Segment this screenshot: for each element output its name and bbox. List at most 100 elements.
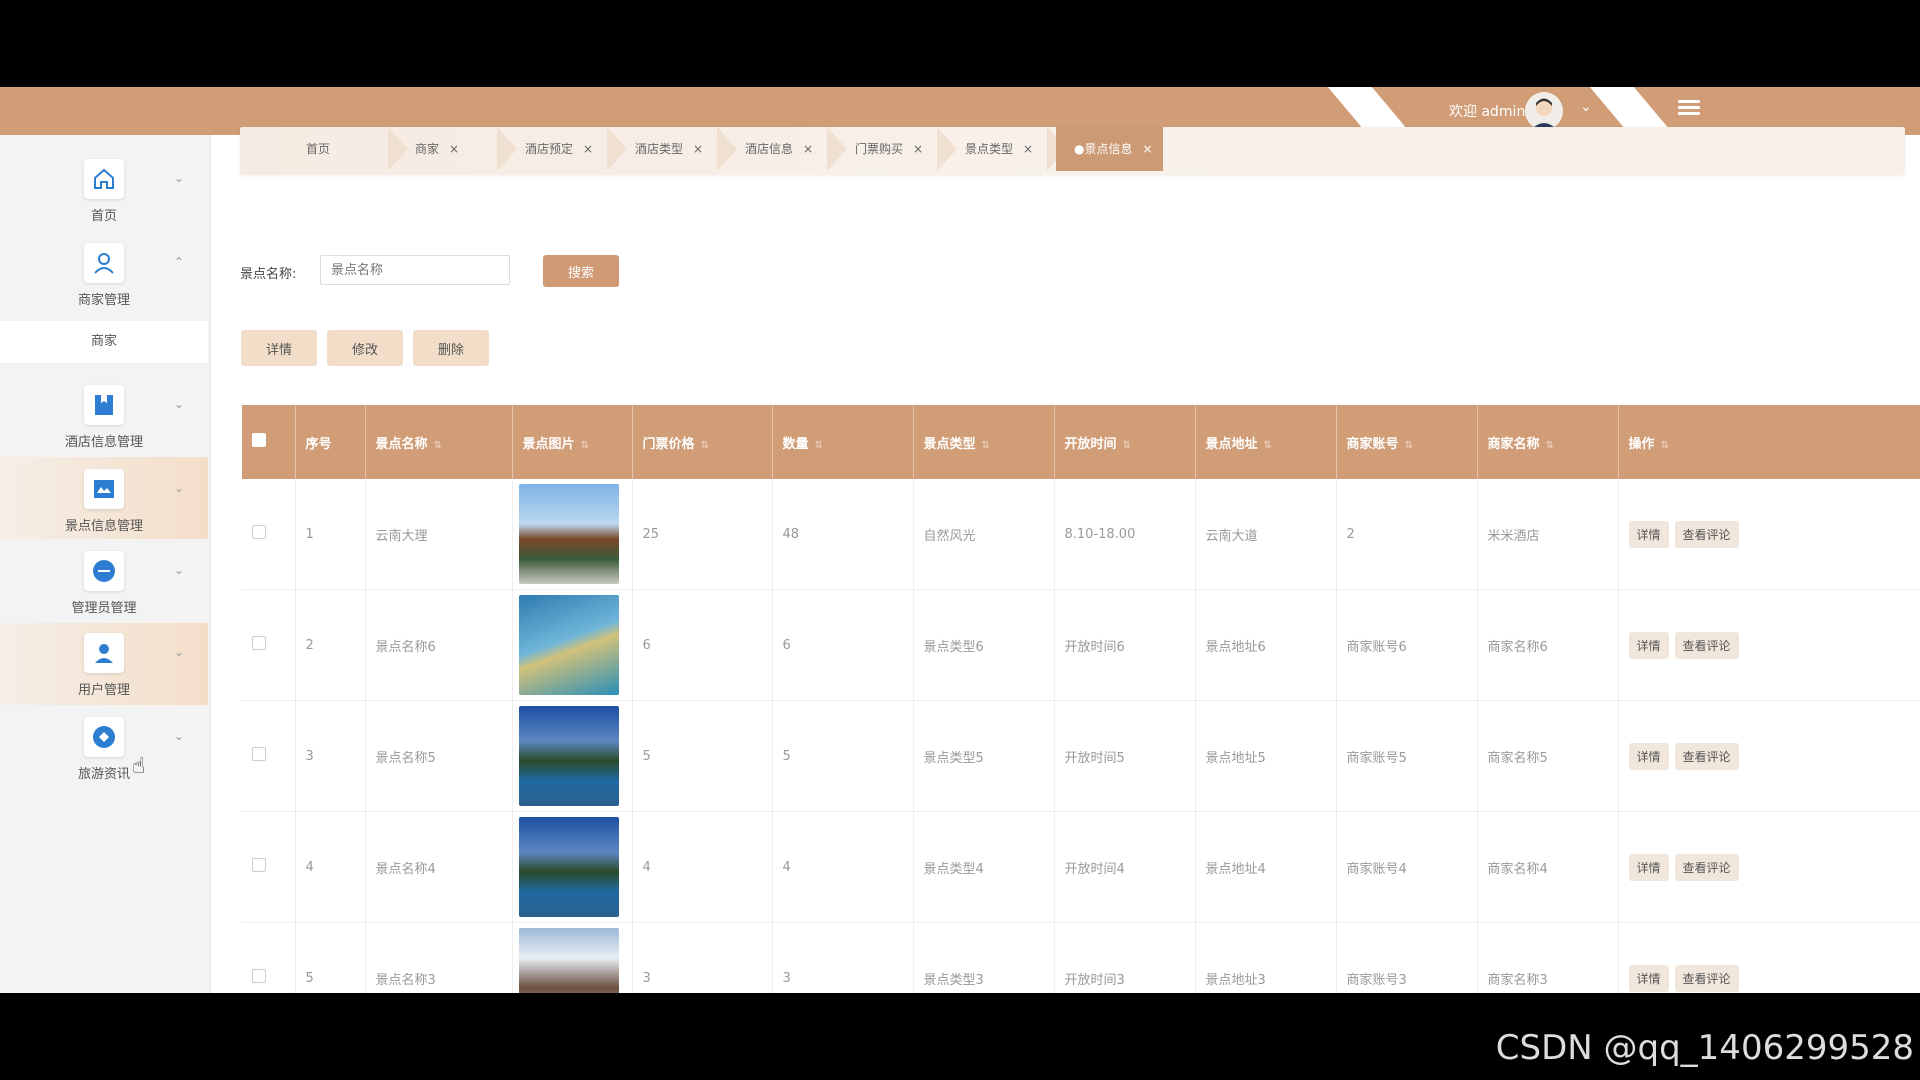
select-all-checkbox[interactable]	[252, 433, 266, 447]
table-row[interactable]: 4 景点名称4 4 4 景点类型4 开放时间4 景点地址4 商家账号4 商家名称4 详情 查看评论	[242, 811, 1920, 923]
sidebar-item-scenic-management[interactable]: 景点信息管理 ⌄	[0, 457, 208, 539]
cell-merchant-account: 2	[1336, 479, 1478, 590]
column-header[interactable]: 景点名称 ⇅	[365, 405, 513, 479]
scenic-image[interactable]	[518, 484, 619, 584]
row-checkbox[interactable]	[252, 636, 266, 650]
sort-icon[interactable]: ⇅	[434, 440, 442, 451]
mouse-cursor-icon: ☝	[132, 754, 146, 779]
row-detail-button[interactable]: 详情	[1628, 631, 1669, 659]
sort-icon[interactable]: ⇅	[982, 440, 990, 451]
search-label: 景点名称:	[240, 267, 297, 282]
tab-hotel-type[interactable]: 酒店类型 ×	[635, 127, 703, 171]
column-header[interactable]: 商家名称 ⇅	[1477, 405, 1619, 479]
hamburger-menu-icon[interactable]	[1678, 97, 1700, 119]
table-row[interactable]: 3 景点名称5 5 5 景点类型5 开放时间5 景点地址5 商家账号5 商家名称5 详情 查看评论	[242, 700, 1920, 812]
chevron-down-icon: ⌄	[174, 171, 185, 185]
column-header[interactable]: 景点地址 ⇅	[1195, 405, 1337, 479]
scenic-image[interactable]	[518, 817, 619, 917]
avatar[interactable]	[1525, 92, 1563, 130]
scenic-image[interactable]	[518, 928, 619, 993]
cell-scenic-type: 景点类型4	[913, 811, 1055, 923]
search-button[interactable]: 搜索	[543, 255, 619, 287]
view-comments-button[interactable]: 查看评论	[1674, 631, 1739, 659]
sort-icon[interactable]: ⇅	[1661, 440, 1669, 451]
sort-icon[interactable]: ⇅	[1405, 440, 1413, 451]
sort-icon[interactable]: ⇅	[1123, 440, 1131, 451]
sort-icon[interactable]: ⇅	[581, 440, 589, 451]
column-header[interactable]: 商家账号 ⇅	[1336, 405, 1478, 479]
tab-hotel-booking[interactable]: 酒店预定 ×	[525, 127, 593, 171]
tab-separator	[717, 127, 737, 171]
chevron-down-icon[interactable]: ⌄	[1580, 99, 1592, 115]
watermark: CSDN @qq_1406299528	[1495, 1028, 1914, 1068]
tab-scenic-info[interactable]: ●景点信息 ×	[1056, 127, 1163, 171]
cell-merchant-name: 米米酒店	[1477, 479, 1619, 590]
close-icon[interactable]: ×	[449, 142, 459, 156]
row-detail-button[interactable]: 详情	[1628, 520, 1669, 548]
view-comments-button[interactable]: 查看评论	[1674, 520, 1739, 548]
tab-home[interactable]: 首页	[306, 127, 330, 171]
chevron-down-icon: ⌄	[174, 729, 185, 743]
delete-button[interactable]: 删除	[413, 330, 489, 366]
sidebar-subitem-merchant[interactable]: 商家	[0, 321, 208, 363]
view-comments-button[interactable]: 查看评论	[1674, 964, 1739, 992]
detail-button[interactable]: 详情	[241, 330, 317, 366]
tab-merchant[interactable]: 商家 ×	[415, 127, 459, 171]
table-row[interactable]: 1 云南大理 25 48 自然风光 8.10-18.00 云南大道 2 米米酒店 详情 查看评论	[242, 479, 1920, 590]
row-detail-button[interactable]: 详情	[1628, 742, 1669, 770]
cell-scenic-type: 景点类型5	[913, 700, 1055, 812]
cell-address: 景点地址6	[1195, 589, 1337, 701]
close-icon[interactable]: ×	[1023, 142, 1033, 156]
scenic-name-search-input[interactable]	[320, 255, 510, 285]
close-icon[interactable]: ×	[1142, 142, 1152, 156]
column-header[interactable]: 数量 ⇅	[772, 405, 914, 479]
column-header[interactable]: 门票价格 ⇅	[632, 405, 773, 479]
column-header[interactable]: 序号	[295, 405, 366, 479]
cell-index: 4	[295, 811, 366, 923]
cell-ticket-price: 3	[632, 922, 773, 993]
row-checkbox[interactable]	[252, 747, 266, 761]
close-icon[interactable]: ×	[913, 142, 923, 156]
sidebar-item-home[interactable]: 首页 ⌄	[0, 149, 208, 231]
column-header[interactable]: 开放时间 ⇅	[1054, 405, 1196, 479]
row-detail-button[interactable]: 详情	[1628, 964, 1669, 992]
table-row[interactable]: 5 景点名称3 3 3 景点类型3 开放时间3 景点地址3 商家账号3 商家名称3 详情 查看评论	[242, 922, 1920, 993]
table-row[interactable]: 2 景点名称6 6 6 景点类型6 开放时间6 景点地址6 商家账号6 商家名称6 详情 查看评论	[242, 589, 1920, 701]
column-header[interactable]: 景点类型 ⇅	[913, 405, 1055, 479]
sidebar-item-hotel-management[interactable]: 酒店信息管理 ⌄	[0, 375, 208, 457]
sort-icon[interactable]: ⇅	[815, 440, 823, 451]
column-header[interactable]: 操作 ⇅	[1618, 405, 1920, 479]
tab-ticket-purchase[interactable]: 门票购买 ×	[855, 127, 923, 171]
view-comments-button[interactable]: 查看评论	[1674, 853, 1739, 881]
edit-button[interactable]: 修改	[327, 330, 403, 366]
chevron-down-icon: ⌄	[174, 563, 185, 577]
sort-icon[interactable]: ⇅	[1546, 440, 1554, 451]
cell-address: 景点地址4	[1195, 811, 1337, 923]
sort-icon[interactable]: ⇅	[1264, 440, 1272, 451]
row-detail-button[interactable]: 详情	[1628, 853, 1669, 881]
row-checkbox[interactable]	[252, 525, 266, 539]
row-checkbox[interactable]	[252, 858, 266, 872]
cell-address: 云南大道	[1195, 479, 1337, 590]
tab-bar: 首页 商家 × 酒店预定 × 酒店类型 × 酒店信息 × 门票购买 × 景点类型 × ●景点…	[240, 127, 1905, 175]
cell-scenic-name: 景点名称5	[365, 700, 513, 812]
close-icon[interactable]: ×	[803, 142, 813, 156]
sort-icon[interactable]: ⇅	[701, 440, 709, 451]
cell-quantity: 4	[772, 811, 914, 923]
sidebar-item-merchant-management[interactable]: 商家管理 ⌃	[0, 233, 208, 315]
close-icon[interactable]: ×	[693, 142, 703, 156]
sidebar-item-user-management[interactable]: 用户管理 ⌄	[0, 623, 208, 705]
row-checkbox[interactable]	[252, 969, 266, 983]
cell-ticket-price: 4	[632, 811, 773, 923]
column-header[interactable]: 景点图片 ⇅	[512, 405, 633, 479]
sidebar-item-admin-management[interactable]: 管理员管理 ⌄	[0, 541, 208, 623]
scenic-image[interactable]	[518, 706, 619, 806]
close-icon[interactable]: ×	[583, 142, 593, 156]
scenic-image[interactable]	[518, 595, 619, 695]
view-comments-button[interactable]: 查看评论	[1674, 742, 1739, 770]
cell-quantity: 5	[772, 700, 914, 812]
tab-hotel-info[interactable]: 酒店信息 ×	[745, 127, 813, 171]
sidebar-item-travel-news[interactable]: 旅游资讯 ⌄	[0, 707, 208, 789]
cell-scenic-name: 景点名称3	[365, 922, 513, 993]
tab-scenic-type[interactable]: 景点类型 ×	[965, 127, 1033, 171]
